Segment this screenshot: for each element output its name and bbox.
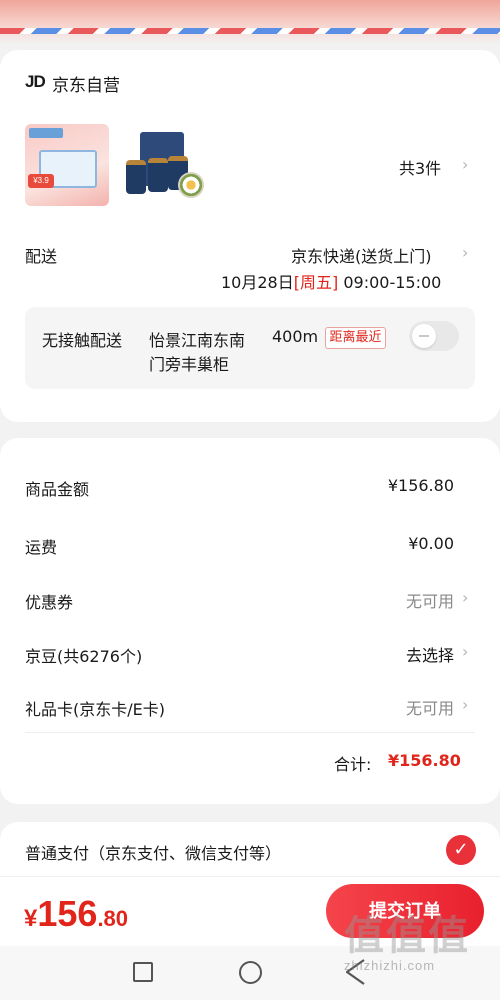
delivery-weekday: [周五] [293, 273, 339, 292]
summary-value-giftcard[interactable]: 无可用 [394, 695, 454, 719]
amount-integer: 156 [37, 893, 98, 934]
flower-decoration [178, 172, 204, 198]
total-label: 合计: [334, 755, 372, 774]
chevron-right-icon[interactable]: › [462, 155, 468, 174]
locker-name-line2: 门旁丰巢柜 [149, 355, 230, 374]
summary-value-goods: ¥156.80 [387, 476, 454, 495]
summary-label-coupon: 优惠券 [25, 593, 74, 612]
brand-tag [29, 128, 63, 138]
chevron-right-icon[interactable]: › [462, 243, 468, 262]
tea-jar-shape [148, 158, 168, 192]
top-gradient [0, 0, 500, 44]
thumbnail-price-tag: ¥3.9 [28, 174, 54, 188]
nav-home-icon[interactable] [239, 961, 262, 984]
summary-label-goods: 商品金额 [25, 480, 90, 499]
contactless-label: 无接触配送 [42, 331, 123, 350]
product-thumbnail-tea[interactable] [122, 128, 210, 206]
currency-symbol: ¥ [24, 905, 38, 932]
summary-value-coupon[interactable]: 无可用 [394, 588, 454, 612]
summary-label-giftcard: 礼品卡(京东卡/E卡) [25, 700, 165, 719]
nav-recent-icon[interactable] [133, 962, 153, 982]
jd-logo: JD [25, 72, 46, 91]
airmail-stripe [0, 28, 500, 34]
toggle-knob [412, 324, 436, 348]
delivery-label: 配送 [25, 247, 58, 266]
total-value: ¥156.80 [388, 751, 461, 770]
product-count[interactable]: 共3件 [399, 155, 441, 179]
tea-jar-shape [126, 160, 146, 194]
chevron-right-icon[interactable]: › [462, 642, 468, 661]
summary-label-jingdou: 京豆(共6276个) [25, 647, 143, 666]
delivery-method[interactable]: 京东快递(送货上门) [291, 243, 432, 267]
summary-value-jingdou[interactable]: 去选择 [394, 642, 454, 666]
locker-name-line1: 怡景江南东南 [149, 331, 246, 350]
nearest-badge: 距离最近 [325, 327, 386, 349]
chevron-right-icon[interactable]: › [462, 588, 468, 607]
watermark: 值值值 zhizhizhi.com [344, 914, 494, 982]
delivery-time[interactable]: 10月28日[周五] 09:00-15:00 [221, 269, 441, 293]
summary-label-shipping: 运费 [25, 538, 58, 557]
checkmark-icon[interactable]: ✓ [446, 835, 476, 865]
watermark-domain: zhizhizhi.com [344, 958, 436, 973]
bottom-total-amount: ¥156.80 [24, 893, 128, 935]
summary-divider [25, 732, 475, 733]
product-thumbnail-wipes[interactable]: ¥3.9 [25, 124, 109, 206]
chevron-right-icon[interactable]: › [462, 695, 468, 714]
contactless-toggle[interactable] [409, 321, 459, 351]
amount-decimal: .80 [97, 906, 129, 931]
delivery-time-range: 09:00-15:00 [343, 273, 442, 292]
watermark-logo: 值值值 [344, 914, 470, 958]
summary-value-shipping: ¥0.00 [408, 534, 454, 553]
locker-distance: 400m [272, 327, 319, 346]
delivery-date: 10月28日 [221, 273, 294, 292]
shop-name: 京东自营 [52, 76, 120, 96]
payment-method-label[interactable]: 普通支付（京东支付、微信支付等） [25, 840, 281, 864]
